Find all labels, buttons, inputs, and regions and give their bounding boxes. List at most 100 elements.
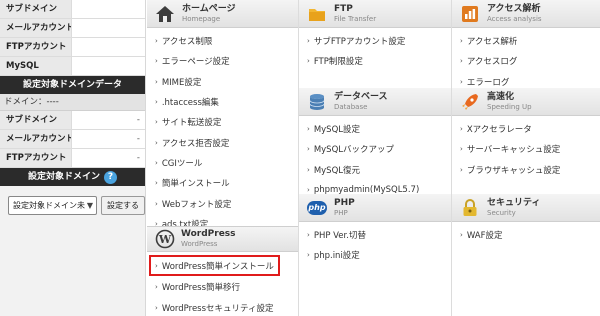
domain-row-subdomain: サブドメイン -: [0, 111, 145, 130]
menu-item-label: Xアクセラレータ: [466, 125, 532, 136]
set-domain-button[interactable]: 設定する: [101, 196, 145, 215]
menu-item[interactable]: › アクセス拒否設定: [147, 132, 298, 152]
menu-item[interactable]: › MySQLバックアップ: [299, 139, 451, 159]
domain-row-mail: メールアカウント -: [0, 130, 145, 149]
chevron-right-icon: ›: [155, 98, 158, 107]
section-title: データベース: [334, 91, 388, 102]
menu-item-label: PHP Ver.切替: [313, 231, 366, 242]
speed-header: 高速化 Speeding Up: [452, 88, 600, 116]
menu-item[interactable]: › CGIツール: [147, 153, 298, 173]
section-subtitle: Homepage: [182, 14, 221, 23]
access-analysis-menu: › アクセス解析 › アクセスログ › エラーログ: [452, 28, 600, 92]
menu-item[interactable]: › Xアクセラレータ: [452, 119, 600, 139]
menu-item-label: WordPress簡単インストール: [161, 261, 274, 272]
ftp-column: FTP File Transfer › サブFTPアカウント設定 › FTP制限設定…: [299, 0, 451, 261]
access-analysis-column: アクセス解析 Access analysis › アクセス解析 › アクセスログ ›…: [452, 0, 600, 241]
folder-icon: [307, 4, 327, 24]
chevron-right-icon: ›: [155, 179, 158, 188]
section-subtitle: Database: [334, 102, 368, 111]
chevron-right-icon: ›: [460, 145, 463, 154]
chevron-right-icon: ›: [307, 165, 310, 174]
chevron-right-icon: ›: [307, 145, 310, 154]
menu-item-label: MySQL復元: [313, 165, 360, 176]
security-menu: › WAF設定: [452, 222, 600, 245]
section-subtitle: Speeding Up: [487, 102, 532, 111]
menu-item[interactable]: › .htaccess編集: [147, 92, 298, 112]
section-subtitle: WordPress: [181, 240, 218, 248]
menu-item[interactable]: › FTP制限設定: [299, 51, 451, 71]
menu-item[interactable]: › php.ini設定: [299, 245, 451, 265]
chevron-right-icon: ›: [155, 37, 158, 46]
menu-item[interactable]: › MIME設定: [147, 72, 298, 92]
lock-icon: [460, 198, 480, 218]
menu-item[interactable]: › WordPress簡単移行: [147, 276, 298, 297]
menu-item-label: エラーログ: [466, 77, 510, 88]
menu-item-label: MIME設定: [161, 77, 202, 88]
database-section: データベース Database › MySQL設定 › MySQLバックアップ › M…: [299, 88, 451, 200]
stat-value: [72, 19, 145, 37]
stat-label: サブドメイン: [0, 0, 72, 18]
database-icon: [307, 92, 327, 112]
section-title: ホームページ: [182, 3, 236, 14]
speed-section: 高速化 Speeding Up › Xアクセラレータ › サーバーキャッシュ設定 ›…: [452, 88, 600, 180]
target-domain-heading: 設定対象ドメイン ?: [0, 168, 145, 186]
php-menu: › PHP Ver.切替 › php.ini設定: [299, 222, 451, 266]
stat-label: FTPアカウント: [0, 149, 72, 167]
wordpress-section: W WordPress WordPress › WordPress簡単インストール…: [147, 226, 298, 316]
chevron-down-icon: ▼: [86, 201, 93, 210]
menu-item[interactable]: › PHP Ver.切替: [299, 225, 451, 245]
menu-item[interactable]: › アクセスログ: [452, 51, 600, 71]
ftp-menu: › サブFTPアカウント設定 › FTP制限設定: [299, 28, 451, 72]
menu-item-label: .htaccess編集: [161, 98, 219, 109]
chevron-right-icon: ›: [307, 37, 310, 46]
menu-item-label: Webフォント設定: [161, 199, 232, 210]
chevron-right-icon: ›: [155, 261, 158, 270]
svg-text:W: W: [158, 233, 172, 246]
stat-row-mail: メールアカウント: [0, 19, 145, 38]
menu-item-label: MySQL設定: [313, 125, 360, 136]
chevron-right-icon: ›: [460, 125, 463, 134]
section-subtitle: PHP: [334, 208, 348, 217]
menu-item[interactable]: › サイト転送設定: [147, 112, 298, 132]
menu-item[interactable]: › MySQL設定: [299, 119, 451, 139]
menu-item[interactable]: › Webフォント設定: [147, 193, 298, 213]
menu-item[interactable]: › WAF設定: [452, 225, 600, 245]
menu-item[interactable]: › アクセス制限: [147, 31, 298, 51]
menu-item-wordpress-easy-install[interactable]: › WordPress簡単インストール: [149, 255, 280, 276]
section-title: PHP: [334, 197, 355, 208]
chevron-right-icon: ›: [307, 231, 310, 240]
security-section: セキュリティ Security › WAF設定: [452, 194, 600, 245]
section-title: アクセス解析: [487, 3, 541, 14]
stat-value: [72, 57, 145, 75]
php-icon: php: [307, 198, 327, 218]
menu-item-label: サーバーキャッシュ設定: [466, 145, 561, 156]
help-icon[interactable]: ?: [104, 170, 117, 184]
domain-label: ドメイン：----: [0, 94, 145, 111]
target-domain-data-heading: 設定対象ドメインデータ: [0, 76, 145, 94]
menu-item[interactable]: › 簡単インストール: [147, 173, 298, 193]
chevron-right-icon: ›: [307, 186, 310, 195]
menu-item[interactable]: › MySQL復元: [299, 160, 451, 180]
top-stats: サブドメイン メールアカウント FTPアカウント MySQL: [0, 0, 145, 76]
menu-item-label: ブラウザキャッシュ設定: [466, 165, 561, 176]
stat-label: メールアカウント: [0, 130, 72, 148]
chevron-right-icon: ›: [307, 251, 310, 260]
rocket-icon: [460, 92, 480, 112]
menu-item-label: FTP制限設定: [313, 57, 363, 68]
menu-item[interactable]: › ブラウザキャッシュ設定: [452, 160, 600, 180]
menu-item[interactable]: › エラーページ設定: [147, 51, 298, 71]
target-domain-select[interactable]: 設定対象ドメイン未 ▼: [8, 196, 97, 215]
menu-item[interactable]: › サーバーキャッシュ設定: [452, 139, 600, 159]
stat-value: [72, 0, 145, 18]
select-value: 設定対象ドメイン未: [13, 201, 85, 210]
menu-item[interactable]: › アクセス解析: [452, 31, 600, 51]
menu-item[interactable]: › WordPressセキュリティ設定: [147, 297, 298, 316]
stat-value: -: [72, 130, 145, 148]
chevron-right-icon: ›: [155, 199, 158, 208]
wordpress-menu: › WordPress簡単インストール › WordPress簡単移行 › WordP…: [147, 252, 298, 316]
stat-value: -: [72, 149, 145, 167]
menu-item-label: エラーページ設定: [161, 57, 230, 68]
chevron-right-icon: ›: [460, 165, 463, 174]
menu-item[interactable]: › サブFTPアカウント設定: [299, 31, 451, 51]
chevron-right-icon: ›: [155, 303, 158, 312]
